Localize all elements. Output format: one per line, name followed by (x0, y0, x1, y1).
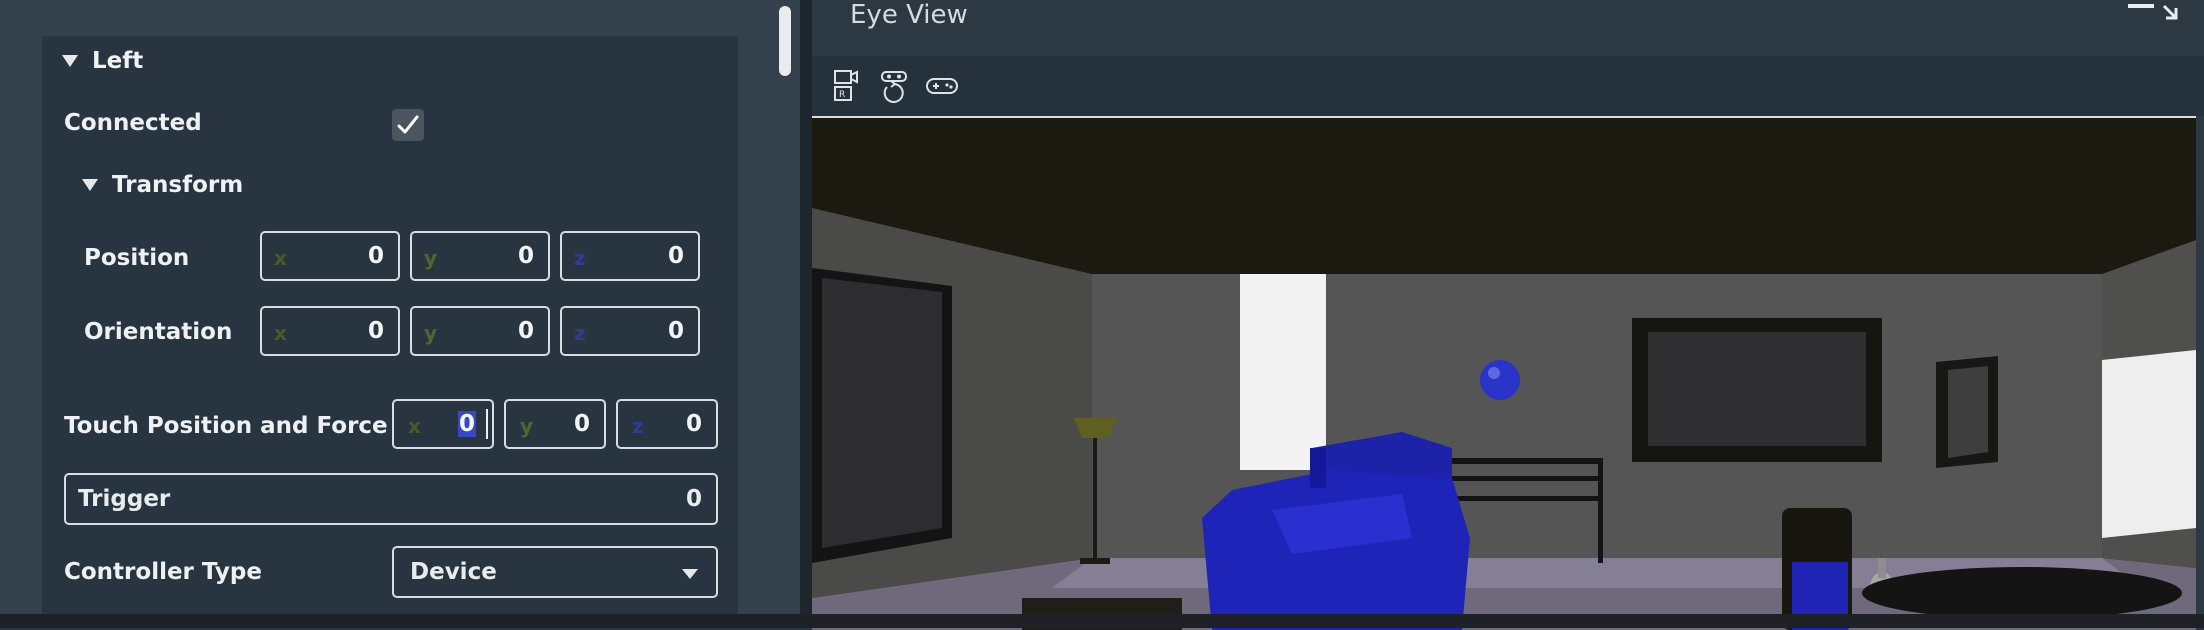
record-video-icon[interactable]: R (826, 66, 866, 106)
axis-x-label: x (274, 246, 287, 270)
position-x-field[interactable]: x 0 (260, 231, 400, 281)
axis-z-label: z (632, 414, 644, 438)
orientation-label: Orientation (84, 319, 233, 345)
position-z-value: 0 (667, 243, 684, 269)
eye-view-toolbar: R (812, 56, 2204, 116)
position-y-value: 0 (517, 243, 534, 269)
inspector-scrollbar[interactable] (774, 0, 796, 628)
orientation-x-field[interactable]: x 0 (260, 306, 400, 356)
chevron-down-icon (682, 569, 698, 579)
maximize-icon[interactable] (2124, 0, 2184, 24)
orientation-x-value: 0 (367, 318, 384, 344)
trigger-label: Trigger (78, 486, 171, 512)
connected-label: Connected (64, 110, 202, 136)
axis-y-label: y (424, 246, 438, 270)
inspector-panel: Left Connected Transform Position x 0 y … (0, 0, 800, 628)
inspector-scrollbar-thumb[interactable] (779, 6, 791, 76)
touch-x-field[interactable]: x 0 (392, 399, 494, 449)
touch-x-value: 0 (457, 411, 476, 437)
axis-z-label: z (574, 246, 586, 270)
controller-type-value: Device (410, 559, 497, 585)
collapse-triangle-icon (82, 179, 98, 191)
position-x-value: 0 (367, 243, 384, 269)
gamepad-icon[interactable] (922, 66, 962, 106)
section-left-title: Left (92, 48, 144, 74)
transform-header[interactable]: Transform (82, 172, 243, 198)
touch-z-value: 0 (685, 411, 702, 437)
touch-z-field[interactable]: z 0 (616, 399, 718, 449)
collapse-triangle-icon (62, 55, 78, 67)
eye-view-panel: Eye View R (812, 0, 2204, 630)
3d-viewport[interactable] (812, 116, 2196, 630)
axis-y-label: y (520, 414, 534, 438)
touch-position-label: Touch Position and Force (64, 413, 388, 439)
status-strip (0, 614, 2204, 628)
orientation-z-field[interactable]: z 0 (560, 306, 700, 356)
room-scene (812, 118, 2196, 630)
svg-text:R: R (839, 90, 845, 100)
rotate-view-icon[interactable] (874, 66, 914, 106)
orientation-y-field[interactable]: y 0 (410, 306, 550, 356)
axis-z-label: z (574, 321, 586, 345)
trigger-field[interactable]: Trigger 0 (64, 473, 718, 525)
position-label: Position (84, 245, 190, 271)
touch-y-field[interactable]: y 0 (504, 399, 606, 449)
text-cursor-icon (486, 409, 488, 439)
touch-y-value: 0 (573, 411, 590, 437)
position-y-field[interactable]: y 0 (410, 231, 550, 281)
orientation-z-value: 0 (667, 318, 684, 344)
axis-x-label: x (274, 321, 287, 345)
connected-checkbox[interactable] (392, 109, 424, 141)
section-left-header[interactable]: Left (62, 48, 143, 74)
controller-type-select[interactable]: Device (392, 546, 718, 598)
trigger-value: 0 (685, 486, 702, 512)
controller-type-label: Controller Type (64, 559, 262, 585)
eye-view-title: Eye View (850, 0, 968, 30)
transform-title: Transform (112, 172, 244, 198)
orientation-y-value: 0 (517, 318, 534, 344)
axis-x-label: x (408, 414, 421, 438)
panel-divider[interactable] (800, 0, 812, 628)
axis-y-label: y (424, 321, 438, 345)
position-z-field[interactable]: z 0 (560, 231, 700, 281)
checkmark-icon (397, 115, 419, 134)
